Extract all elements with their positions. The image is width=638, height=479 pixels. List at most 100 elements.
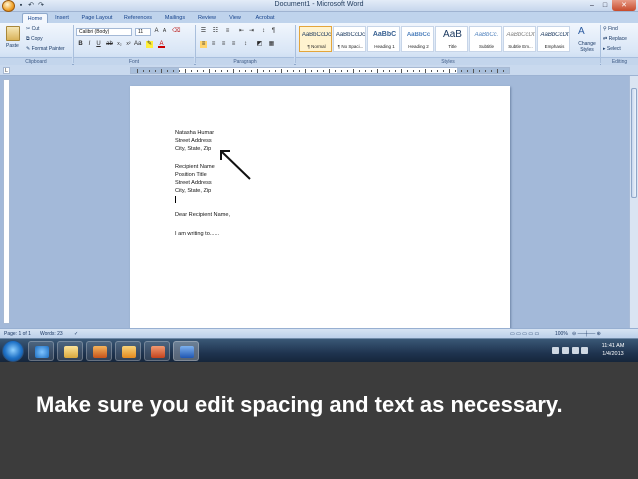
start-button[interactable] <box>2 340 24 362</box>
multilevel-list-icon[interactable]: ≡ <box>224 28 231 35</box>
proofing-icon[interactable]: ✓ <box>74 330 78 338</box>
paste-button[interactable]: Paste <box>6 43 19 49</box>
find-button[interactable]: ⚲ Find <box>603 26 618 32</box>
style-subtitle[interactable]: AaBbCc. Subtitle <box>469 26 502 52</box>
font-name-combo[interactable]: Calibri (Body) <box>76 28 132 36</box>
tray-network-icon[interactable] <box>572 347 579 354</box>
taskbar-clock[interactable]: 11:41 AM 1/4/2013 <box>590 342 636 358</box>
taskbar-word[interactable] <box>173 341 199 361</box>
style-normal[interactable]: AaBbCcDc ¶ Normal <box>299 26 332 52</box>
line-spacing-icon[interactable]: ↕ <box>242 41 249 48</box>
document-line[interactable]: Dear Recipient Name, <box>175 211 230 219</box>
close-button[interactable]: ✕ <box>612 0 636 11</box>
ruler-tick <box>449 69 450 73</box>
numbering-icon[interactable]: ☷ <box>212 28 219 35</box>
document-line[interactable]: Recipient Name <box>175 163 215 171</box>
page-count[interactable]: Page: 1 of 1 <box>4 330 31 338</box>
document-line[interactable]: Street Address <box>175 137 212 145</box>
shrink-font-icon[interactable]: A <box>161 28 168 35</box>
maximize-button[interactable]: □ <box>599 0 611 11</box>
increase-indent-icon[interactable]: ⇥ <box>248 28 255 35</box>
view-buttons[interactable]: ▭ ▭ ▭ ▭ ▭ <box>510 330 539 338</box>
taskbar-media-player[interactable] <box>86 341 112 361</box>
document-line[interactable]: City, State, Zip <box>175 145 211 153</box>
style-title[interactable]: AaB Title <box>435 26 468 52</box>
scrollbar-thumb[interactable] <box>631 88 637 198</box>
strikethrough-icon[interactable]: ab <box>106 41 113 48</box>
word-count[interactable]: Words: 23 <box>40 330 63 338</box>
document-line[interactable]: Natasha Humar <box>175 129 214 137</box>
show-formatting-icon[interactable]: ¶ <box>270 28 277 35</box>
vertical-scrollbar[interactable] <box>629 76 638 328</box>
taskbar-ie[interactable] <box>28 341 54 361</box>
document-line[interactable]: City, State, Zip <box>175 187 211 195</box>
ruler-tick <box>353 69 354 73</box>
ruler-tick <box>413 70 414 72</box>
subscript-icon[interactable]: x₂ <box>116 41 123 48</box>
document-line[interactable]: I am writing to...... <box>175 230 219 238</box>
style-heading-1[interactable]: AaBbC Heading 1 <box>367 26 400 52</box>
grow-font-icon[interactable]: A <box>153 28 160 35</box>
format-painter-button[interactable]: ✎ Format Painter <box>26 46 65 52</box>
italic-icon[interactable]: I <box>86 41 93 48</box>
style-emphasis[interactable]: AaBbCcDt Emphasis <box>537 26 570 52</box>
align-right-icon[interactable]: ≡ <box>220 41 227 48</box>
ruler-tick <box>491 70 492 72</box>
vertical-ruler[interactable] <box>3 79 10 324</box>
tray-volume-icon[interactable] <box>581 347 588 354</box>
tab-view[interactable]: View <box>224 13 246 23</box>
ruler-tick <box>383 70 384 72</box>
horizontal-ruler[interactable] <box>130 67 510 74</box>
taskbar-powerpoint[interactable] <box>144 341 170 361</box>
tab-home[interactable]: Home <box>22 13 48 23</box>
taskbar-outlook[interactable] <box>115 341 141 361</box>
clear-formatting-icon[interactable]: ⌫ <box>172 28 180 35</box>
tray-flag-icon[interactable] <box>562 347 569 354</box>
tab-acrobat[interactable]: Acrobat <box>250 13 280 23</box>
style-heading-2[interactable]: AaBbCc Heading 2 <box>401 26 434 52</box>
align-left-icon[interactable]: ≡ <box>200 41 207 48</box>
ruler-tick <box>359 70 360 72</box>
taskbar-explorer[interactable] <box>57 341 83 361</box>
bold-icon[interactable]: B <box>77 41 84 48</box>
decrease-indent-icon[interactable]: ⇤ <box>238 28 245 35</box>
minimize-button[interactable]: – <box>586 0 598 11</box>
font-color-icon[interactable]: A <box>158 41 165 48</box>
paste-icon[interactable] <box>6 26 20 41</box>
highlight-icon[interactable]: ✎ <box>146 41 153 48</box>
tray-arrow-icon[interactable] <box>552 347 559 354</box>
underline-icon[interactable]: U <box>95 41 102 48</box>
annotation-arrow-icon <box>220 150 251 180</box>
tab-review[interactable]: Review <box>194 13 220 23</box>
ruler-tick <box>419 70 420 72</box>
document-line[interactable]: Position Title <box>175 171 207 179</box>
bullets-icon[interactable]: ☰ <box>200 28 207 35</box>
tab-references[interactable]: References <box>120 13 156 23</box>
justify-icon[interactable]: ≡ <box>230 41 237 48</box>
document-line[interactable]: Street Address <box>175 179 212 187</box>
ruler-bar: L <box>0 65 638 76</box>
change-styles-button[interactable]: Change Styles <box>576 41 598 53</box>
borders-icon[interactable]: ▦ <box>268 41 275 48</box>
change-styles-icon[interactable]: A <box>578 26 585 37</box>
zoom-level[interactable]: 100% <box>555 330 568 338</box>
style-no-spacing[interactable]: AaBbCcDc ¶ No Spaci... <box>333 26 366 52</box>
cut-button[interactable]: ✂ Cut <box>26 26 39 32</box>
ruler-tick <box>425 69 426 73</box>
copy-button[interactable]: ⧉ Copy <box>26 36 43 42</box>
tab-insert[interactable]: Insert <box>50 13 74 23</box>
change-case-icon[interactable]: Aa <box>134 41 141 48</box>
sort-icon[interactable]: ↕ <box>260 28 267 35</box>
tab-selector-icon[interactable]: L <box>3 67 10 74</box>
shading-icon[interactable]: ◩ <box>256 41 263 48</box>
tab-mailings[interactable]: Mailings <box>160 13 190 23</box>
superscript-icon[interactable]: x² <box>125 41 132 48</box>
document-page[interactable]: Natasha Humar Street Address City, State… <box>130 86 510 331</box>
replace-button[interactable]: ⇄ Replace <box>603 36 627 42</box>
select-button[interactable]: ▸ Select <box>603 46 621 52</box>
zoom-slider[interactable]: ⊖ ──┼── ⊕ <box>572 330 601 338</box>
tab-page-layout[interactable]: Page Layout <box>78 13 116 23</box>
style-subtle-emphasis[interactable]: AaBbCcDt Subtle Em... <box>503 26 536 52</box>
align-center-icon[interactable]: ≡ <box>210 41 217 48</box>
font-size-combo[interactable]: 11 <box>135 28 151 36</box>
